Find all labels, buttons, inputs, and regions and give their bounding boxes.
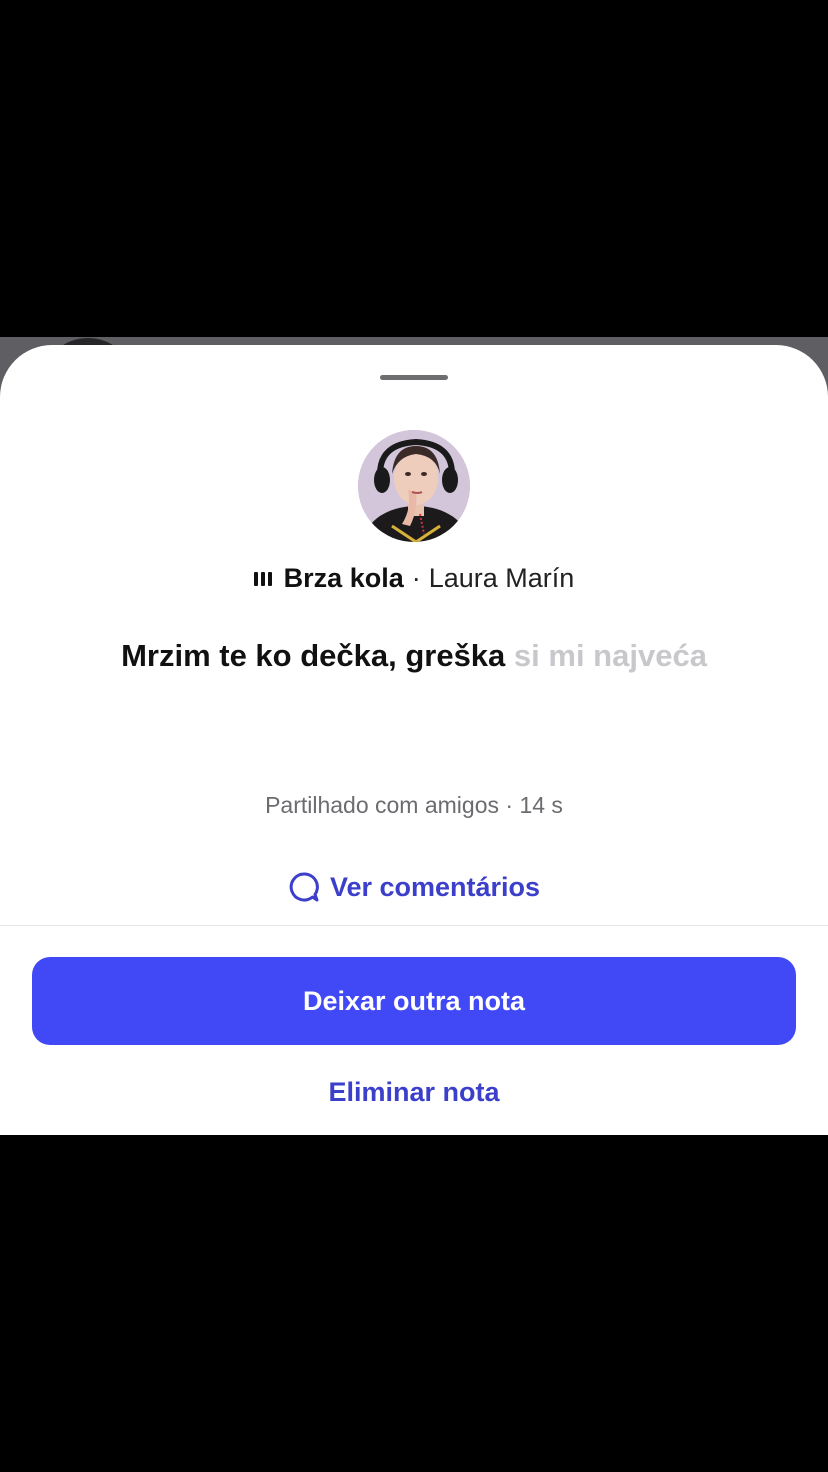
speech-bubble-icon	[288, 871, 320, 903]
song-info[interactable]: Brza kola · Laura Marín	[0, 558, 828, 598]
delete-note-button[interactable]: Eliminar nota	[0, 1077, 828, 1108]
divider	[0, 925, 828, 926]
lyric-unsung: si mi najveća	[513, 638, 707, 673]
note-lyric: Mrzim te ko dečka, greška si mi najveća	[0, 638, 828, 674]
song-separator: ·	[411, 562, 421, 593]
leave-another-note-button[interactable]: Deixar outra nota	[32, 957, 796, 1045]
lyric-sung: Mrzim te ko dečka, greška	[121, 638, 506, 673]
view-comments-link[interactable]: Ver comentários	[0, 867, 828, 907]
avatar[interactable]	[358, 430, 470, 542]
share-meta: Partilhado com amigos · 14 s	[265, 792, 563, 818]
song-title: Brza kola	[283, 562, 404, 593]
song-artist: Laura Marín	[428, 562, 575, 593]
note-bottom-sheet: Brza kola · Laura Marín Mrzim te ko dečk…	[0, 345, 828, 1135]
view-comments-label: Ver comentários	[329, 871, 541, 902]
sheet-grabber[interactable]	[380, 375, 448, 380]
equalizer-bars-icon	[253, 570, 272, 586]
